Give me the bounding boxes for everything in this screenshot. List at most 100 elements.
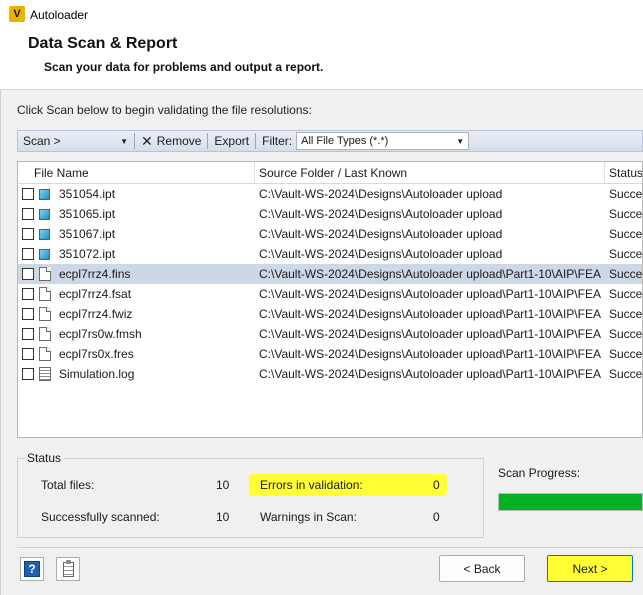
remove-button[interactable]: ✕ Remove [136,131,206,151]
file-name-cell: ecpl7rrz4.fsat [59,287,132,301]
row-checkbox[interactable] [22,328,34,340]
source-folder-cell: C:\Vault-WS-2024\Designs\Autoloader uplo… [259,267,601,281]
window-edge [0,28,1,595]
document-icon [39,307,51,321]
source-folder-cell: C:\Vault-WS-2024\Designs\Autoloader uplo… [259,367,601,381]
close-icon: ✕ [141,132,153,149]
file-name-cell: ecpl7rs0x.fres [59,347,134,361]
chevron-down-icon: ▼ [456,136,465,146]
file-row[interactable]: ecpl7rs0w.fmsh C:\Vault-WS-2024\Designs\A… [18,324,642,344]
file-name-cell: ecpl7rrz4.fins [59,267,131,281]
file-row[interactable]: ecpl7rs0x.fres C:\Vault-WS-2024\Designs\A… [18,344,642,364]
part-icon [39,209,50,220]
window-title: Autoloader [30,8,89,22]
instruction-text: Click Scan below to begin validating the… [17,103,312,117]
log-file-icon [39,367,51,381]
scan-dropdown-button[interactable]: Scan > ▼ [18,131,133,151]
chevron-down-icon: ▼ [120,136,128,146]
file-row[interactable]: ecpl7rrz4.fins C:\Vault-WS-2024\Designs\A… [18,264,642,284]
source-folder-cell: C:\Vault-WS-2024\Designs\Autoloader uplo… [259,247,503,261]
scan-progress-fill [499,494,642,510]
help-button[interactable]: ? [20,557,44,581]
row-checkbox[interactable] [22,188,34,200]
part-icon [39,249,50,260]
next-label: Next > [572,561,608,576]
source-folder-cell: C:\Vault-WS-2024\Designs\Autoloader uplo… [259,307,601,321]
filter-value: All File Types (*.*) [301,135,389,147]
file-name-cell: 351065.ipt [59,207,116,221]
file-row[interactable]: 351067.ipt C:\Vault-WS-2024\Designs\Autol… [18,224,642,244]
help-icon: ? [24,561,40,577]
status-cell: Succes [609,227,643,241]
file-name-cell: ecpl7rs0w.fmsh [59,327,142,341]
errors-value: 0 [433,478,440,492]
remove-label: Remove [156,134,202,148]
status-cell: Succes [609,347,643,361]
errors-label: Errors in validation: [260,478,363,492]
file-row[interactable]: ecpl7rrz4.fwiz C:\Vault-WS-2024\Designs\A… [18,304,642,324]
row-checkbox[interactable] [22,348,34,360]
row-checkbox[interactable] [22,208,34,220]
status-cell: Succes [609,287,643,301]
row-checkbox[interactable] [22,368,34,380]
file-row[interactable]: Simulation.log C:\Vault-WS-2024\Designs\A… [18,364,642,384]
part-icon [39,229,50,240]
toolbar: Scan > ▼ ✕ Remove Export Filter: All Fil… [17,130,643,152]
document-icon [39,267,51,281]
status-legend: Status [24,451,65,465]
file-list-header: File Name Source Folder / Last Known Sta… [18,162,642,184]
document-icon [39,347,51,361]
file-row[interactable]: ecpl7rrz4.fsat C:\Vault-WS-2024\Designs\A… [18,284,642,304]
file-list[interactable]: File Name Source Folder / Last Known Sta… [17,161,643,438]
toolbar-separator [134,133,135,149]
clipboard-icon [62,559,74,577]
status-group: Status Total files: 10 Errors in validat… [17,451,484,538]
file-row[interactable]: 351072.ipt C:\Vault-WS-2024\Designs\Autol… [18,244,642,264]
clipboard-button[interactable] [56,557,80,581]
column-header-file-name[interactable]: File Name [34,166,89,180]
page-title: Data Scan & Report [28,35,178,52]
back-button[interactable]: < Back [439,555,525,582]
filter-select[interactable]: All File Types (*.*) ▼ [296,132,470,150]
total-files-label: Total files: [41,478,95,492]
toolbar-separator [255,133,257,149]
column-header-status[interactable]: Status [609,166,642,180]
column-header-source[interactable]: Source Folder / Last Known [259,166,407,180]
source-folder-cell: C:\Vault-WS-2024\Designs\Autoloader uplo… [259,227,503,241]
file-row[interactable]: 351065.ipt C:\Vault-WS-2024\Designs\Autol… [18,204,642,224]
next-button[interactable]: Next > [547,555,633,582]
row-checkbox[interactable] [22,308,34,320]
status-cell: Succes [609,307,643,321]
total-files-value: 10 [216,478,230,492]
part-icon [39,189,50,200]
status-cell: Succes [609,187,643,201]
warnings-value: 0 [433,510,440,524]
source-folder-cell: C:\Vault-WS-2024\Designs\Autoloader uplo… [259,187,503,201]
status-cell: Succes [609,267,643,281]
warnings-label: Warnings in Scan: [260,510,357,524]
row-checkbox[interactable] [22,288,34,300]
row-checkbox[interactable] [22,228,34,240]
autoloader-app-icon: V [9,6,25,22]
column-divider[interactable] [604,162,605,184]
row-checkbox[interactable] [22,268,34,280]
file-name-cell: 351072.ipt [59,247,116,261]
source-folder-cell: C:\Vault-WS-2024\Designs\Autoloader uplo… [259,287,601,301]
file-name-cell: Simulation.log [59,367,135,381]
wizard-header: Data Scan & Report Scan your data for pr… [0,28,643,90]
source-folder-cell: C:\Vault-WS-2024\Designs\Autoloader uplo… [259,347,601,361]
column-divider[interactable] [254,162,255,184]
scanned-value: 10 [216,510,230,524]
scan-label: Scan > [23,134,61,148]
source-folder-cell: C:\Vault-WS-2024\Designs\Autoloader uplo… [259,207,503,221]
document-icon [39,287,51,301]
file-list-body: 351054.ipt C:\Vault-WS-2024\Designs\Autol… [18,184,642,384]
file-row[interactable]: 351054.ipt C:\Vault-WS-2024\Designs\Autol… [18,184,642,204]
row-checkbox[interactable] [22,248,34,260]
title-bar: V Autoloader [0,0,643,28]
file-name-cell: 351054.ipt [59,187,116,201]
scan-progress-bar [498,493,643,511]
export-button[interactable]: Export [209,131,254,151]
status-cell: Succes [609,327,643,341]
status-cell: Succes [609,367,643,381]
